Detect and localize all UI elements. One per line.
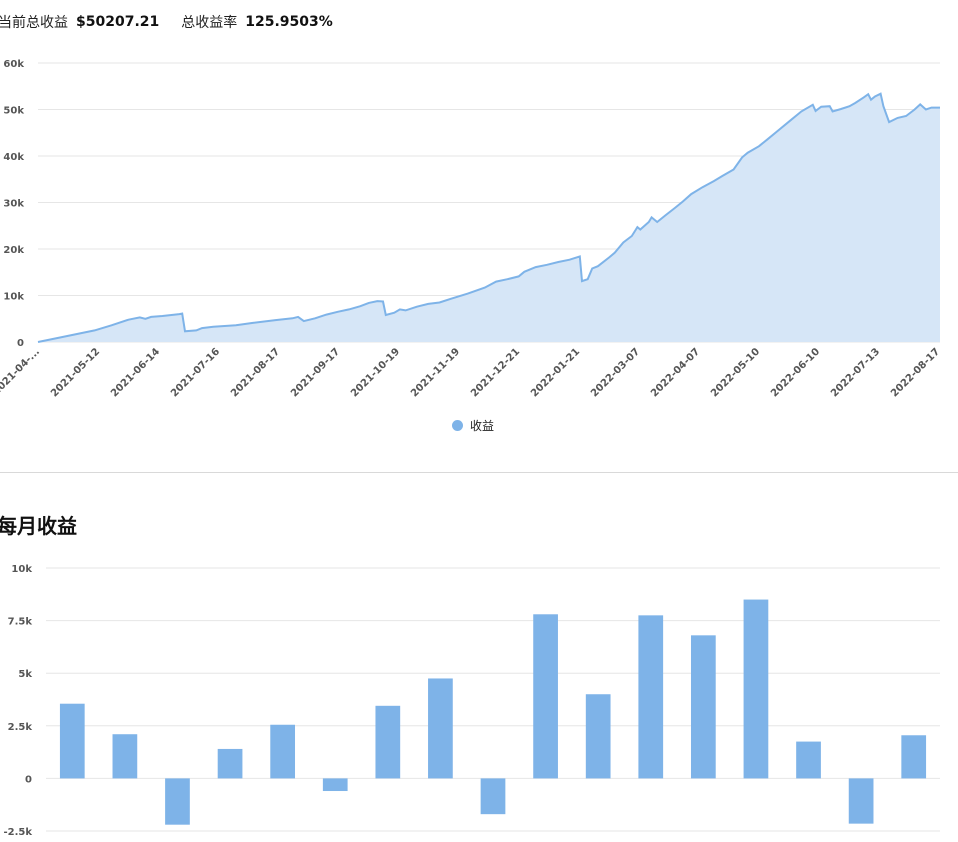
monthly-bar [270, 724, 296, 779]
monthly-bar [428, 678, 453, 779]
monthly-bar [638, 615, 664, 779]
monthly-bar [848, 778, 874, 824]
monthly-bar [217, 748, 243, 779]
y-tick-label: 5k [18, 669, 32, 680]
monthly-bar [796, 741, 821, 779]
y-tick-label: 2.5k [8, 722, 33, 733]
monthly-bar [59, 703, 85, 779]
monthly-bar [690, 635, 716, 779]
monthly-bar [901, 735, 927, 779]
monthly-bar [533, 614, 558, 779]
y-tick-label: 10k [11, 564, 32, 575]
monthly-bar [375, 705, 401, 779]
monthly-profit-chart: -2.5k 0 2.5k 5k 7.5k 10k [3, 564, 940, 838]
monthly-bar [743, 599, 769, 779]
y-tick-label: 0 [25, 774, 32, 785]
monthly-bar [322, 778, 348, 792]
monthly-bar [585, 694, 611, 779]
y-tick-label: 7.5k [8, 617, 33, 628]
monthly-bar [112, 734, 138, 779]
monthly-bar [480, 778, 506, 815]
monthly-bar [165, 778, 190, 825]
y-tick-label: -2.5k [3, 827, 32, 838]
